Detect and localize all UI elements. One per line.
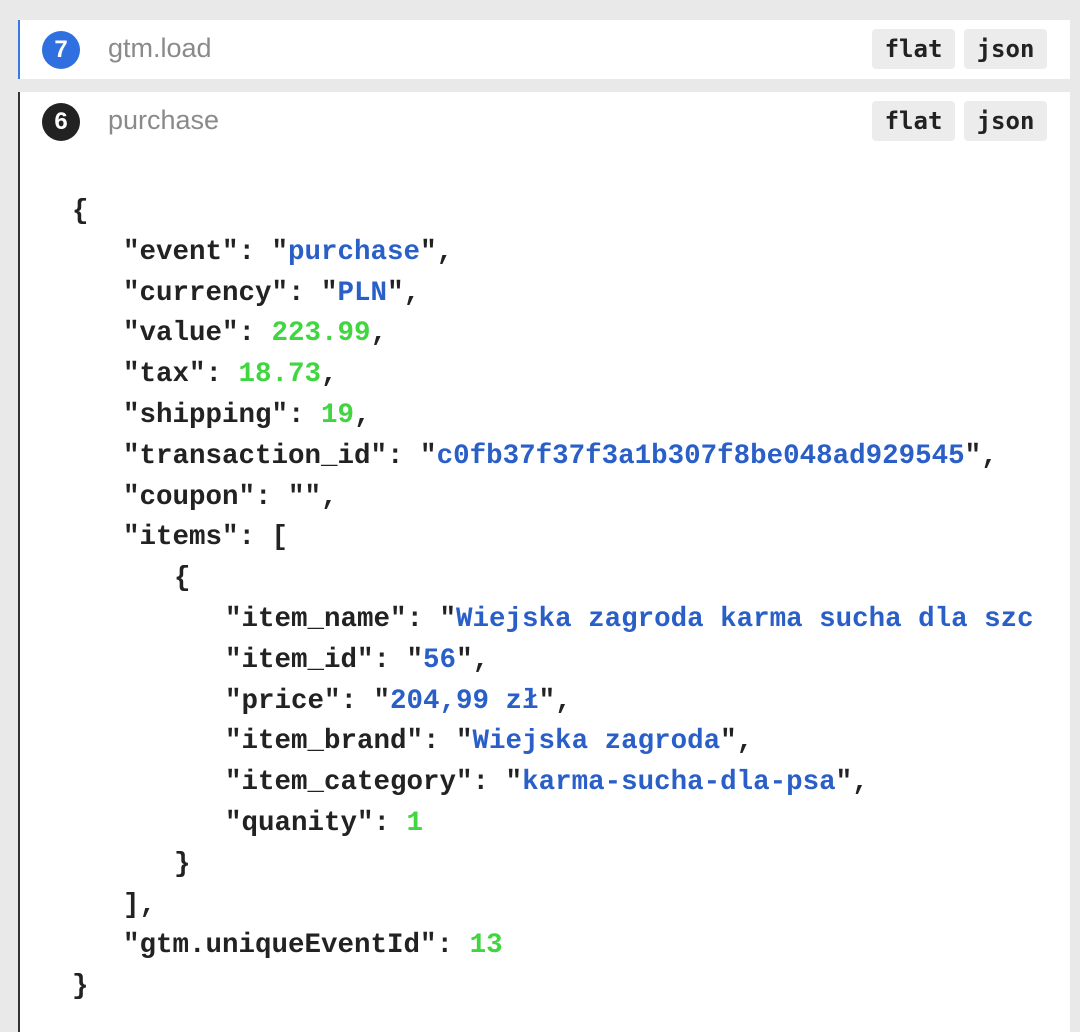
flat-button[interactable]: flat bbox=[872, 101, 955, 141]
json-syntax: "price": " bbox=[225, 685, 391, 717]
json-number-value: 18.73 bbox=[238, 359, 322, 391]
json-line: "price": "204,99 zł", bbox=[72, 682, 1048, 723]
json-syntax: "shipping": bbox=[123, 399, 322, 431]
event-header[interactable]: 6 purchase flat json bbox=[20, 92, 1070, 151]
json-button[interactable]: json bbox=[964, 101, 1047, 141]
json-line: "item_brand": "Wiejska zagroda", bbox=[72, 722, 1048, 763]
json-syntax: ", bbox=[456, 644, 490, 676]
json-number-value: 1 bbox=[406, 807, 424, 839]
json-syntax: "quanity": bbox=[225, 807, 407, 839]
json-line: ], bbox=[72, 886, 1048, 927]
json-syntax: { bbox=[174, 563, 191, 595]
event-name: gtm.load bbox=[108, 33, 212, 63]
json-viewer: {"event": "purchase", "currency": "PLN", "… bbox=[72, 192, 1048, 1008]
json-syntax: { bbox=[72, 196, 89, 227]
json-syntax: } bbox=[72, 971, 89, 1003]
json-string-value: Wiejska zagroda bbox=[472, 726, 721, 758]
json-syntax: "item_category": " bbox=[225, 767, 523, 799]
json-syntax: "items": [ bbox=[123, 522, 289, 554]
event-number-badge: 7 bbox=[42, 31, 80, 69]
event-number-badge: 6 bbox=[42, 103, 80, 141]
json-syntax: , bbox=[370, 318, 388, 350]
event-card-gtm-load[interactable]: 7 gtm.load flat json bbox=[18, 20, 1070, 79]
json-number-value: 223.99 bbox=[271, 318, 371, 350]
json-line: { bbox=[72, 192, 1048, 233]
json-syntax: "item_name": " bbox=[225, 603, 457, 635]
flat-button[interactable]: flat bbox=[872, 29, 955, 69]
json-line: "coupon": "", bbox=[72, 478, 1048, 519]
json-line: "gtm.uniqueEventId": 13 bbox=[72, 926, 1048, 967]
json-line: "items": [ bbox=[72, 518, 1048, 559]
json-syntax: "transaction_id": " bbox=[123, 440, 437, 472]
json-number-value: 13 bbox=[469, 930, 503, 962]
json-number-value: 19 bbox=[321, 399, 355, 431]
json-syntax: "gtm.uniqueEventId": bbox=[123, 930, 470, 962]
json-line: "value": 223.99, bbox=[72, 314, 1048, 355]
json-line: "transaction_id": "c0fb37f37f3a1b307f8be… bbox=[72, 437, 1048, 478]
json-syntax: "tax": bbox=[123, 359, 239, 391]
json-string-value: 204,99 zł bbox=[390, 685, 539, 717]
event-card-purchase: 6 purchase flat json {"event": "purchase… bbox=[18, 92, 1070, 1032]
json-line: } bbox=[72, 845, 1048, 886]
json-line: "quanity": 1 bbox=[72, 804, 1048, 845]
json-line: "event": "purchase", bbox=[72, 233, 1048, 274]
json-syntax: ", bbox=[835, 767, 869, 799]
json-syntax: ", bbox=[420, 236, 454, 268]
json-string-value: karma-sucha-dla-psa bbox=[522, 767, 836, 799]
json-line: "currency": "PLN", bbox=[72, 274, 1048, 315]
json-string-value: Wiejska zagroda karma sucha dla szc bbox=[456, 603, 1034, 635]
json-syntax: , bbox=[354, 399, 371, 431]
json-line: "shipping": 19, bbox=[72, 396, 1048, 437]
json-syntax: } bbox=[174, 848, 191, 880]
json-syntax: ", bbox=[720, 726, 754, 758]
json-line: "tax": 18.73, bbox=[72, 355, 1048, 396]
json-syntax: "item_brand": " bbox=[225, 726, 473, 758]
json-button[interactable]: json bbox=[964, 29, 1047, 69]
json-line: "item_id": "56", bbox=[72, 641, 1048, 682]
json-syntax: , bbox=[321, 359, 338, 391]
json-syntax: "coupon": "", bbox=[123, 481, 338, 513]
event-header[interactable]: 7 gtm.load flat json bbox=[20, 20, 1070, 79]
json-syntax: ], bbox=[123, 889, 157, 921]
json-string-value: PLN bbox=[337, 277, 388, 309]
json-line: } bbox=[72, 967, 1048, 1008]
json-syntax: ", bbox=[964, 440, 998, 472]
json-syntax: "item_id": " bbox=[225, 644, 424, 676]
json-line: "item_category": "karma-sucha-dla-psa", bbox=[72, 763, 1048, 804]
json-syntax: "value": bbox=[123, 318, 272, 350]
json-syntax: "currency": " bbox=[123, 277, 338, 309]
json-string-value: 56 bbox=[423, 644, 457, 676]
json-line: { bbox=[72, 559, 1048, 600]
json-syntax: ", bbox=[538, 685, 572, 717]
json-string-value: c0fb37f37f3a1b307f8be048ad929545 bbox=[436, 440, 965, 472]
json-syntax: "event": " bbox=[123, 236, 289, 268]
json-line: "item_name": "Wiejska zagroda karma such… bbox=[72, 600, 1048, 641]
event-name: purchase bbox=[108, 105, 220, 135]
json-syntax: ", bbox=[387, 277, 421, 309]
json-string-value: purchase bbox=[288, 236, 421, 268]
